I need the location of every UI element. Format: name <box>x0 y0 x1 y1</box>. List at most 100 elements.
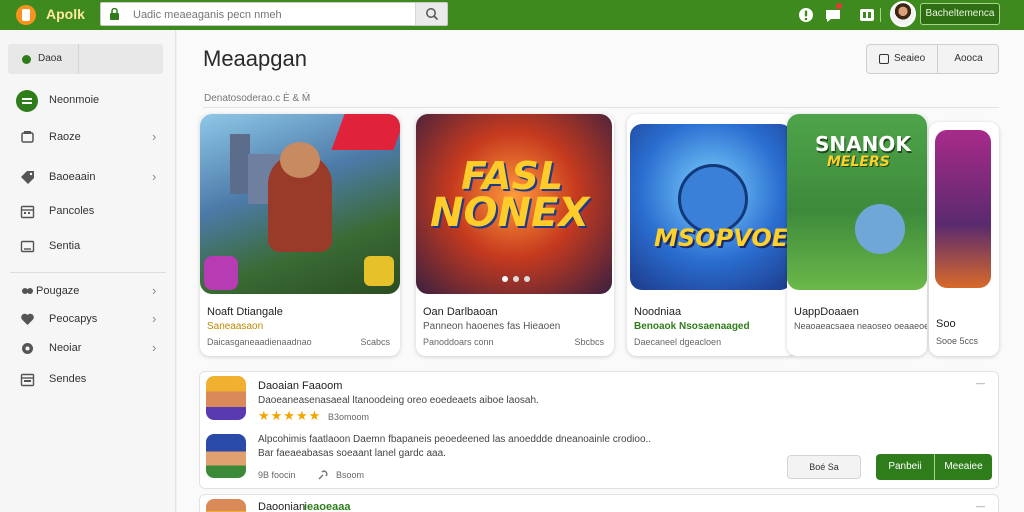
sidebar-item-3[interactable]: Baoeaain › <box>0 165 176 191</box>
chevron-right-icon: › <box>152 340 157 355</box>
review-text: Daoeaneasenasaeal ltanoodeing oreo eoede… <box>258 395 539 406</box>
sidebar-top-toggle[interactable]: Daoa <box>8 44 163 74</box>
gamepad-icon <box>21 131 34 143</box>
close-icon[interactable]: — <box>976 378 985 388</box>
avatar[interactable] <box>206 434 246 478</box>
top-divider <box>880 8 881 22</box>
castle-tower <box>230 134 250 194</box>
app-badge-icon <box>204 256 238 290</box>
avatar[interactable] <box>206 499 246 512</box>
app-artwork[interactable] <box>200 114 400 294</box>
review-action-group: Panbeii Meeaiee <box>876 454 992 480</box>
sidebar-item-2[interactable]: Raoze › <box>0 125 176 151</box>
app-card[interactable]: MSOPVOE Noodniaa Benoaok Nsosaenaaged Da… <box>627 114 797 356</box>
sidebar-item-label: Baoeaain <box>49 171 96 183</box>
app-developer: Panneon haoenes fas Hieaoen <box>423 321 561 332</box>
sidebar-item-8[interactable]: Neoiar › <box>0 336 176 362</box>
corner-ribbon <box>331 114 400 150</box>
close-icon[interactable]: — <box>976 501 985 511</box>
chevron-right-icon: › <box>152 311 157 326</box>
app-artwork[interactable]: SNANOK MELERS <box>787 114 927 290</box>
sidebar-item-7[interactable]: Peocapys › <box>0 307 176 333</box>
chevron-right-icon: › <box>152 169 157 184</box>
bell-icon[interactable] <box>797 6 815 24</box>
tag-icon <box>21 171 34 184</box>
app-meta: Daecaneel dgeacloen <box>634 337 722 347</box>
app-artwork[interactable] <box>935 130 991 288</box>
sidebar-item-4[interactable]: Pancoles <box>0 199 176 225</box>
sidebar-item-label: Raoze <box>49 131 81 143</box>
header-button-group: Seaieo Aooca <box>866 44 999 74</box>
review-author[interactable]: Daoaian Faaoom <box>258 380 342 392</box>
search-input[interactable] <box>133 7 413 23</box>
app-artwork[interactable]: MSOPVOE <box>630 124 792 290</box>
app-logo-text[interactable]: Apolk <box>46 6 85 22</box>
app-size: Scabcs <box>360 337 390 347</box>
app-name: Oan Darlbaoan <box>423 306 498 318</box>
app-badge-icon <box>364 256 394 286</box>
review-badge: ieaoeaaa <box>304 501 351 512</box>
grid-icon[interactable] <box>858 6 876 24</box>
store-icon <box>16 90 38 112</box>
chevron-right-icon: › <box>152 129 157 144</box>
app-developer: Sooe 5ccs <box>936 336 979 346</box>
helpful-button[interactable]: Boé Sa <box>787 455 861 479</box>
sidebar-top-label: Daoa <box>38 53 62 64</box>
profile-button[interactable]: Bacheltemenca <box>920 3 1000 25</box>
sidebar-item-home[interactable]: Neonmoie <box>0 88 176 114</box>
app-developer: Neaoaeacsaea neaoseo oeaaeoe <box>794 321 927 331</box>
sidebar-item-6[interactable]: Pougaze › <box>0 279 176 305</box>
review-text: Alpcohimis faatlaoon Daemn fbapaneis peo… <box>258 434 652 445</box>
sidebar-item-label: Peocapys <box>49 313 98 325</box>
app-card[interactable]: SNANOK MELERS UappDoaaen Neaoaeacsaea ne… <box>787 114 927 356</box>
avatar[interactable] <box>890 1 916 27</box>
app-card[interactable]: Soo Sooe 5ccs <box>929 122 999 356</box>
top-bar: Apolk Bacheltemenca <box>0 0 1024 30</box>
sidebar-item-5[interactable]: Sentia <box>0 234 176 260</box>
action-button[interactable]: Aooca <box>937 45 999 73</box>
secondary-action-button[interactable]: Meeaiee <box>934 454 992 480</box>
app-name: Soo <box>936 318 956 330</box>
page-title: Meaapgan <box>203 46 307 71</box>
search-bar[interactable] <box>100 2 448 26</box>
app-name: Noaft Dtiangale <box>207 306 283 318</box>
app-card[interactable]: Noaft Dtiangale Saneaasaon Daicasganeaad… <box>200 114 400 356</box>
divider <box>78 44 79 74</box>
search-button[interactable] <box>415 3 447 25</box>
avatar[interactable] <box>206 376 246 420</box>
notification-badge <box>836 3 842 9</box>
link-icon[interactable] <box>317 469 329 481</box>
heart-icon <box>21 313 34 325</box>
review-author[interactable]: Daoonian <box>258 501 305 512</box>
app-developer: Benoaok Nsosaenaaged <box>634 321 750 332</box>
lock-icon <box>110 8 119 20</box>
review-meta: Bsoom <box>336 470 365 480</box>
app-size: Sbcbcs <box>574 337 604 347</box>
review-list: Daoaian Faaoom Daoeaneasenasaeal ltanood… <box>199 371 999 489</box>
sidebar-item-label: Pougaze <box>36 285 80 297</box>
art-title: NONEX <box>430 190 590 236</box>
carousel-dot[interactable] <box>513 276 519 282</box>
hero-head <box>280 142 320 178</box>
app-card[interactable]: FASL NONEX Oan Darlbaoan Panneon haoenes… <box>416 114 614 356</box>
select-button[interactable]: Seaieo <box>867 45 937 73</box>
sidebar-item-label: Sentia <box>49 240 81 252</box>
art-title: SNANOK <box>815 132 911 156</box>
search-icon <box>426 8 439 21</box>
logo-icon[interactable] <box>16 5 36 25</box>
app-name: Noodniaa <box>634 306 682 318</box>
sidebar-item-9[interactable]: Sendes <box>0 367 176 393</box>
sidebar-item-label: Neonmoie <box>49 94 100 106</box>
carousel-dot[interactable] <box>524 276 530 282</box>
carousel-dot[interactable] <box>502 276 508 282</box>
app-meta: Daicasganeaadienaadnao <box>207 337 312 347</box>
select-button-label: Seaieo <box>894 53 926 64</box>
divider <box>203 107 999 108</box>
app-developer: Saneaasaon <box>207 321 264 332</box>
status-dot-icon <box>22 55 31 64</box>
review-count: B3omoom <box>328 412 370 422</box>
app-name: UappDoaaen <box>794 306 859 318</box>
app-artwork[interactable]: FASL NONEX <box>416 114 612 294</box>
primary-action-button[interactable]: Panbeii <box>876 454 934 480</box>
controller-icon <box>22 288 33 294</box>
